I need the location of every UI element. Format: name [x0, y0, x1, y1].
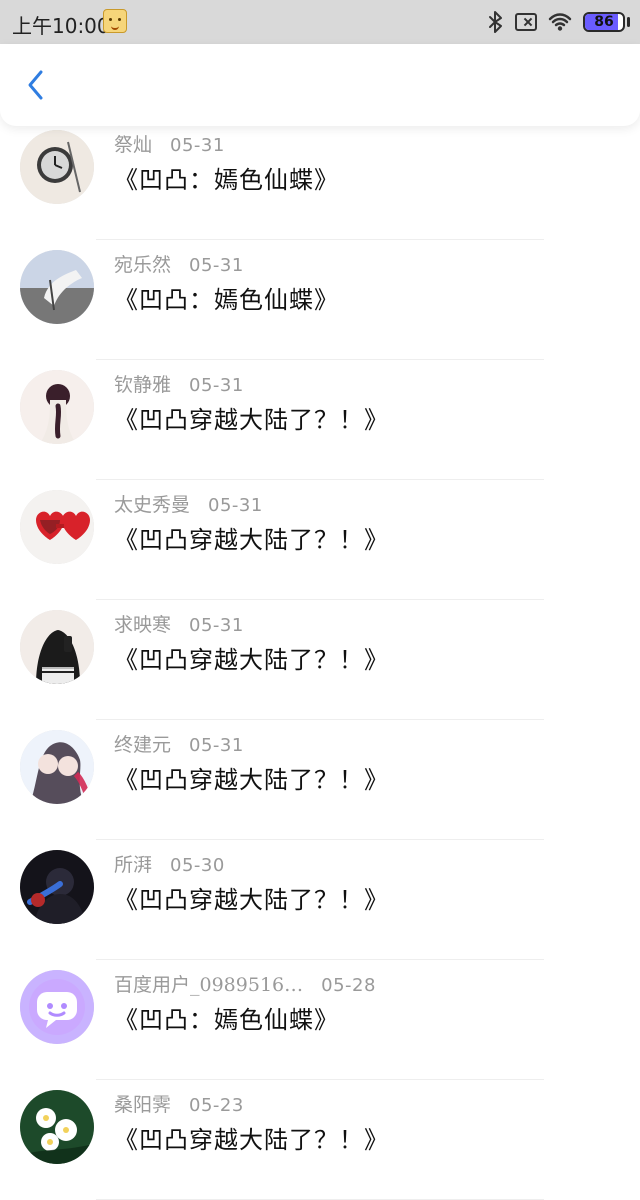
avatar[interactable] [20, 1090, 94, 1164]
sim-off-icon [515, 13, 537, 31]
avatar[interactable] [20, 250, 94, 324]
comment-meta: 百度用户_0989516… 05-28 [114, 970, 376, 997]
avatar[interactable] [20, 850, 94, 924]
comment-item[interactable]: 祭灿 05-31 《凹凸：嫣色仙蝶》 [0, 120, 640, 240]
comment-title[interactable]: 《凹凸穿越大陆了？！》 [114, 640, 389, 675]
comment-meta: 钦静雅 05-31 [114, 370, 244, 397]
comment-username[interactable]: 太史秀曼 [114, 490, 190, 517]
hoodie-avatar [20, 610, 94, 684]
comment-item[interactable]: 百度用户_0989516… 05-28 《凹凸：嫣色仙蝶》 [0, 960, 640, 1080]
avatar[interactable] [20, 970, 94, 1044]
comment-item[interactable]: 终建元 05-31 《凹凸穿越大陆了？！》 [0, 720, 640, 840]
status-bar: 上午10:00 86 [0, 0, 640, 44]
comment-username[interactable]: 终建元 [114, 730, 171, 757]
comment-username[interactable]: 桑阳霁 [114, 1090, 171, 1117]
comment-item[interactable]: 所湃 05-30 《凹凸穿越大陆了？！》 [0, 840, 640, 960]
dark-anime-avatar [20, 850, 94, 924]
comment-date: 05-31 [189, 255, 244, 276]
status-right-cluster: 86 [487, 10, 630, 34]
hand-avatar [20, 250, 94, 324]
comment-item[interactable]: 钦静雅 05-31 《凹凸穿越大陆了？！》 [0, 360, 640, 480]
comment-date: 05-31 [189, 615, 244, 636]
comment-date: 05-31 [189, 735, 244, 756]
comment-item[interactable]: 宛乐然 05-31 《凹凸：嫣色仙蝶》 [0, 240, 640, 360]
comment-username[interactable]: 百度用户_0989516… [114, 970, 303, 997]
battery-group: 86 [583, 12, 630, 32]
comment-date: 05-31 [170, 135, 225, 156]
comment-title[interactable]: 《凹凸穿越大陆了？！》 [114, 400, 389, 435]
comment-item[interactable]: 桑阳霁 05-23 《凹凸穿越大陆了？！》 [0, 1080, 640, 1200]
chat-bubble-avatar [20, 970, 94, 1044]
battery-percent: 86 [594, 14, 614, 30]
avatar[interactable] [20, 730, 94, 804]
comment-meta: 太史秀曼 05-31 [114, 490, 263, 517]
comment-username[interactable]: 宛乐然 [114, 250, 171, 277]
comment-title[interactable]: 《凹凸：嫣色仙蝶》 [114, 1000, 339, 1035]
comment-username[interactable]: 钦静雅 [114, 370, 171, 397]
anime-couple-avatar [20, 730, 94, 804]
comment-meta: 桑阳霁 05-23 [114, 1090, 244, 1117]
comment-title[interactable]: 《凹凸穿越大陆了？！》 [114, 520, 389, 555]
status-emoji-icon [103, 9, 127, 33]
comment-title[interactable]: 《凹凸穿越大陆了？！》 [114, 880, 389, 915]
avatar[interactable] [20, 610, 94, 684]
battery-cap [627, 17, 630, 27]
comment-username[interactable]: 所湃 [114, 850, 152, 877]
comment-date: 05-31 [208, 495, 263, 516]
comment-item[interactable]: 太史秀曼 05-31 《凹凸穿越大陆了？！》 [0, 480, 640, 600]
avatar[interactable] [20, 490, 94, 564]
bluetooth-icon [489, 11, 502, 33]
comment-title[interactable]: 《凹凸：嫣色仙蝶》 [114, 160, 339, 195]
comment-meta: 祭灿 05-31 [114, 130, 225, 157]
comment-title[interactable]: 《凹凸：嫣色仙蝶》 [114, 280, 339, 315]
comment-meta: 所湃 05-30 [114, 850, 225, 877]
avatar[interactable] [20, 370, 94, 444]
comment-username[interactable]: 求映寒 [114, 610, 171, 637]
comment-meta: 求映寒 05-31 [114, 610, 244, 637]
girl-back-avatar [20, 370, 94, 444]
heart-glasses-avatar [20, 490, 94, 564]
comment-meta: 终建元 05-31 [114, 730, 244, 757]
comment-item[interactable]: 求映寒 05-31 《凹凸穿越大陆了？！》 [0, 600, 640, 720]
status-time: 上午10:00 [12, 14, 110, 38]
comment-date: 05-28 [321, 975, 376, 996]
comment-username[interactable]: 祭灿 [114, 130, 152, 157]
back-button[interactable] [18, 68, 52, 102]
avatar[interactable] [20, 130, 94, 204]
comment-date: 05-30 [170, 855, 225, 876]
top-header [0, 44, 640, 126]
comment-date: 05-31 [189, 375, 244, 396]
comment-meta: 宛乐然 05-31 [114, 250, 244, 277]
comment-title[interactable]: 《凹凸穿越大陆了？！》 [114, 760, 389, 795]
comment-date: 05-23 [189, 1095, 244, 1116]
wifi-icon [548, 13, 572, 31]
chevron-left-icon [28, 70, 43, 100]
pocket-watch-avatar [20, 130, 94, 204]
flowers-avatar [20, 1090, 94, 1164]
battery-icon: 86 [583, 12, 625, 32]
